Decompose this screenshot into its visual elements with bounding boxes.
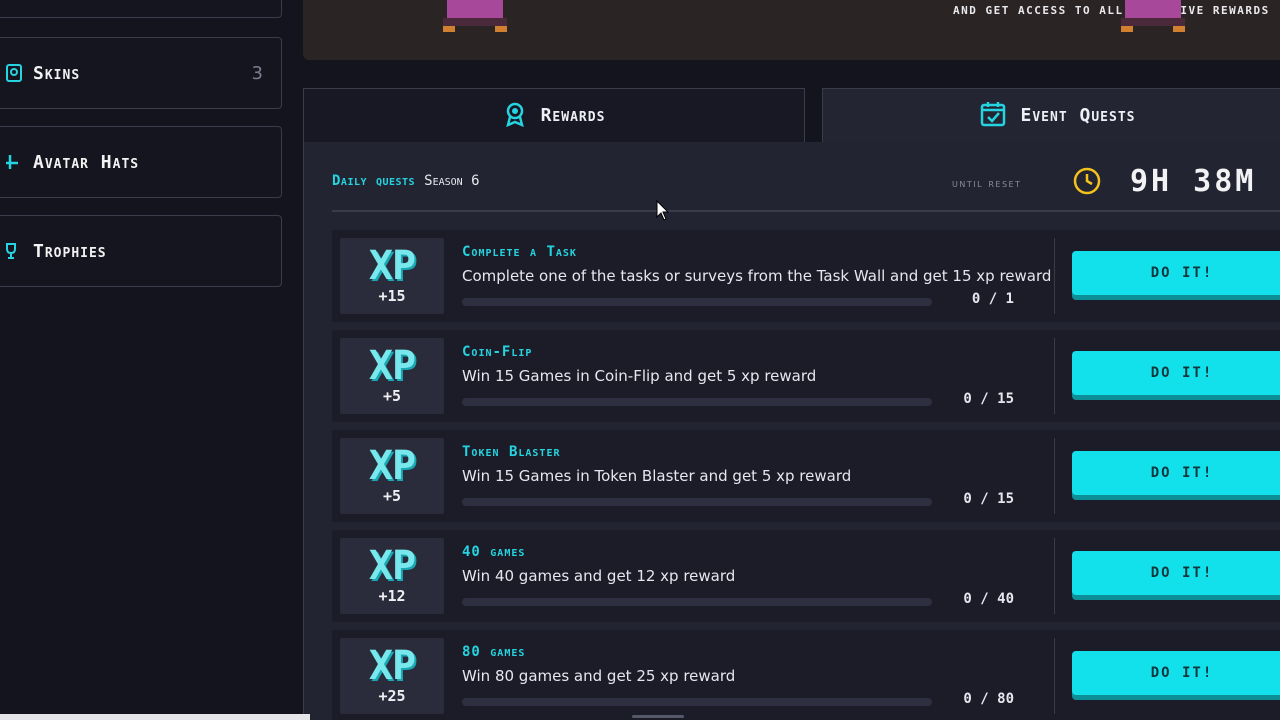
xp-badge: XP +5 xyxy=(340,338,444,414)
quest-progress-bar xyxy=(462,698,932,706)
tab-event-quests[interactable]: Event Quests xyxy=(822,88,1280,142)
sidebar-item-label: Trophies xyxy=(33,240,107,262)
sidebar-item-skins[interactable]: Skins 3 xyxy=(0,37,282,109)
sidebar: Skins 3 Avatar Hats Trophies xyxy=(0,0,290,720)
do-it-button[interactable]: DO IT! xyxy=(1072,251,1280,295)
reset-timer: 9H 38M xyxy=(1130,164,1257,199)
quest-title: Token Blaster xyxy=(462,444,561,460)
tab-label: Event Quests xyxy=(1020,105,1136,126)
quest-description: Win 80 games and get 25 xp reward xyxy=(462,667,736,685)
xp-word: XP xyxy=(368,443,416,489)
quest-description: Complete one of the tasks or surveys fro… xyxy=(462,267,1052,285)
sidebar-item-top[interactable] xyxy=(0,0,282,18)
medal-icon xyxy=(503,101,527,131)
sidebar-item-label: Skins xyxy=(33,62,81,84)
sidebar-item-trophies[interactable]: Trophies xyxy=(0,215,282,287)
season-label: Season 6 xyxy=(424,173,480,189)
quest-description: Win 40 games and get 12 xp reward xyxy=(462,567,736,585)
tab-label: Rewards xyxy=(540,105,606,126)
quest-title: Coin-Flip xyxy=(462,344,533,360)
quest-progress-text: 0 / 40 xyxy=(963,591,1014,607)
xp-amount: +25 xyxy=(378,687,406,705)
pixel-character-right xyxy=(1113,0,1193,34)
quest-row: XP +5 Coin-Flip Win 15 Games in Coin-Fli… xyxy=(332,330,1280,422)
quest-title: 40 games xyxy=(462,544,526,560)
do-it-button[interactable]: DO IT! xyxy=(1072,651,1280,695)
quest-separator xyxy=(1054,438,1055,514)
quest-progress-text: 0 / 80 xyxy=(963,691,1014,707)
until-reset-label: until reset xyxy=(952,176,1022,190)
xp-amount: +12 xyxy=(378,587,406,605)
calendar-check-icon xyxy=(979,100,1007,132)
tab-rewards[interactable]: Rewards xyxy=(303,88,805,142)
xp-badge: XP +12 xyxy=(340,538,444,614)
quest-progress-text: 0 / 15 xyxy=(963,491,1014,507)
quest-progress-bar xyxy=(462,598,932,606)
quest-separator xyxy=(1054,238,1055,314)
quest-description: Win 15 Games in Token Blaster and get 5 … xyxy=(462,467,852,485)
app-root: Skins 3 Avatar Hats Trophies AND GET ACC… xyxy=(0,0,1280,720)
clock-icon xyxy=(1072,166,1102,196)
sidebar-item-count: 3 xyxy=(251,62,263,84)
trophy-icon xyxy=(3,240,25,262)
quest-progress-text: 0 / 15 xyxy=(963,391,1014,407)
xp-word: XP xyxy=(368,343,416,389)
xp-word: XP xyxy=(368,243,416,289)
promo-banner: AND GET ACCESS TO ALL EXCLUSIVE REWARDS xyxy=(303,0,1280,60)
quests-panel: Daily quests Season 6 until reset 9H 38M… xyxy=(303,142,1280,720)
quest-progress-text: 0 / 1 xyxy=(971,291,1014,307)
xp-badge: XP +15 xyxy=(340,238,444,314)
xp-badge: XP +25 xyxy=(340,638,444,714)
xp-amount: +5 xyxy=(382,387,402,405)
panel-heading: Daily quests Season 6 xyxy=(332,170,480,189)
quest-separator xyxy=(1054,638,1055,714)
horizontal-scrollbar[interactable] xyxy=(0,714,310,720)
quest-title: Complete a Task xyxy=(462,244,577,260)
quest-row: XP +25 80 games Win 80 games and get 25 … xyxy=(332,630,1280,720)
quest-row: XP +5 Token Blaster Win 15 Games in Toke… xyxy=(332,430,1280,522)
sidebar-item-avatar-hats[interactable]: Avatar Hats xyxy=(0,126,282,198)
do-it-button[interactable]: DO IT! xyxy=(1072,351,1280,395)
sidebar-item-label: Avatar Hats xyxy=(33,151,140,173)
do-it-button[interactable]: DO IT! xyxy=(1072,551,1280,595)
xp-amount: +15 xyxy=(378,287,406,305)
quest-separator xyxy=(1054,338,1055,414)
xp-word: XP xyxy=(368,543,416,589)
xp-badge: XP +5 xyxy=(340,438,444,514)
skins-icon xyxy=(3,62,25,84)
banner-text: AND GET ACCESS TO ALL EXCLUSIVE REWARDS xyxy=(953,4,1270,17)
quest-row: XP +15 Complete a Task Complete one of t… xyxy=(332,230,1280,322)
quest-description: Win 15 Games in Coin-Flip and get 5 xp r… xyxy=(462,367,817,385)
quest-separator xyxy=(1054,538,1055,614)
hat-icon xyxy=(3,151,25,173)
do-it-button[interactable]: DO IT! xyxy=(1072,451,1280,495)
xp-word: XP xyxy=(368,643,416,689)
quest-progress-bar xyxy=(462,498,932,506)
quest-progress-bar xyxy=(462,398,932,406)
xp-amount: +5 xyxy=(382,487,402,505)
quest-row: XP +12 40 games Win 40 games and get 12 … xyxy=(332,530,1280,622)
divider xyxy=(332,210,1280,212)
daily-quests-label: Daily quests xyxy=(332,173,416,189)
scroll-indicator xyxy=(632,715,684,718)
mouse-cursor-icon xyxy=(656,199,670,222)
quest-title: 80 games xyxy=(462,644,526,660)
pixel-character-left xyxy=(435,0,515,34)
quest-progress-bar xyxy=(462,298,932,306)
